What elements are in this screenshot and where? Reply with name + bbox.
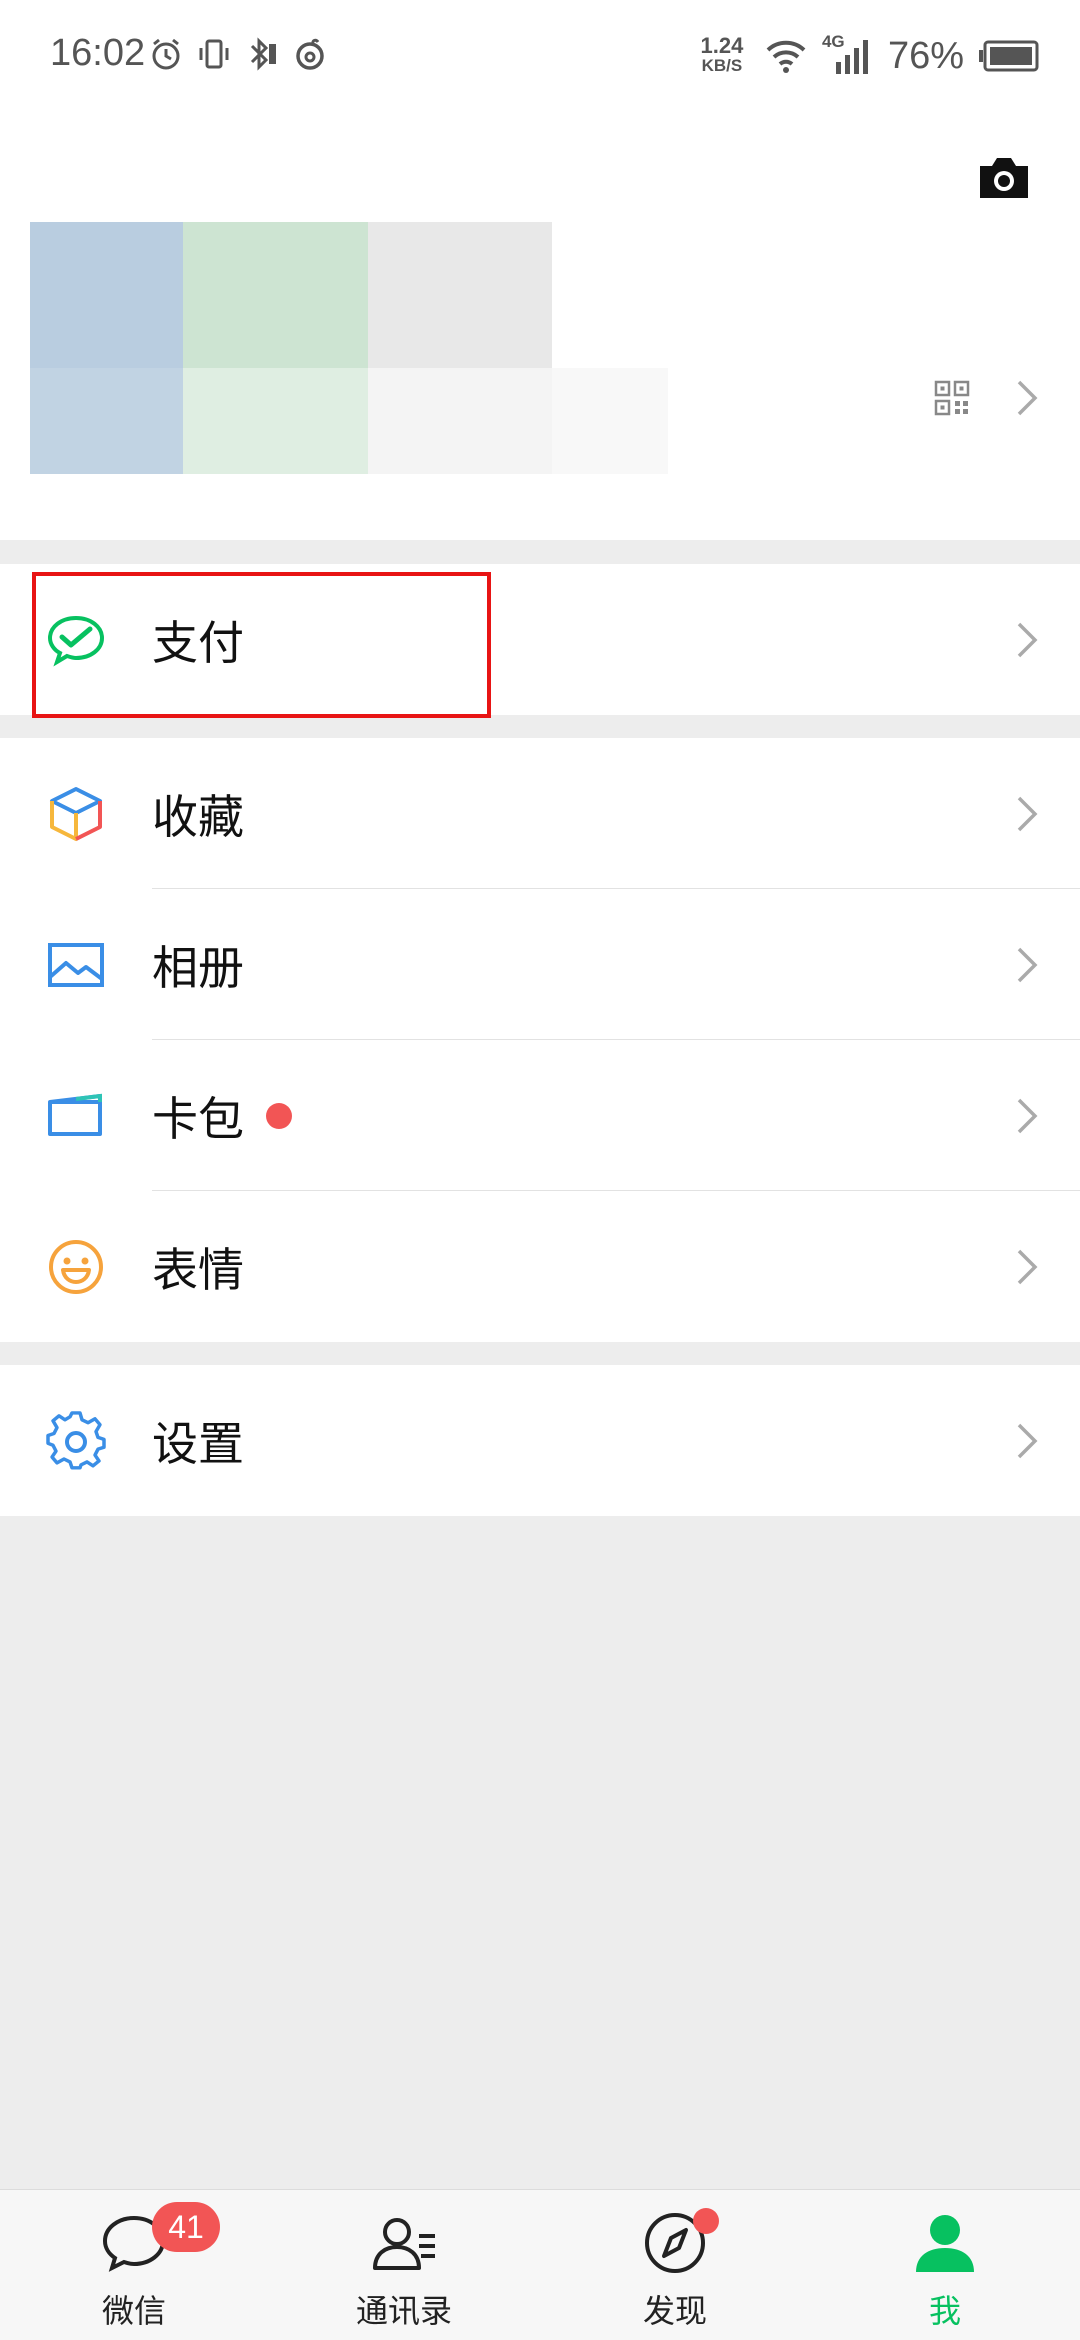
tab-chats[interactable]: 41 微信 [34, 2190, 234, 2340]
chevron-right-icon [1017, 1249, 1038, 1284]
menu-group-settings: 设置 [0, 1365, 1080, 1516]
chevron-right-icon [1017, 947, 1038, 982]
favorites-cube-icon [50, 786, 102, 841]
person-icon [916, 2215, 974, 2272]
menu-group-main: 收藏 相册 卡包 表情 [0, 738, 1080, 1342]
camera-icon[interactable] [976, 152, 1032, 204]
network-speed: 1.24 KB/S [694, 33, 750, 76]
menu-item-label: 卡包 [152, 1091, 244, 1146]
tab-me[interactable]: 我 [845, 2190, 1045, 2340]
menu-item-label: 设置 [152, 1416, 244, 1471]
battery-icon [979, 40, 1039, 72]
menu-item-label: 收藏 [152, 789, 244, 844]
bluetooth-icon [250, 37, 276, 71]
tab-label: 通讯录 [355, 2292, 452, 2330]
status-time: 16:02 [50, 32, 146, 74]
chevron-right-icon[interactable] [1014, 378, 1040, 418]
chevron-right-icon [1017, 796, 1038, 831]
status-notification-icons [148, 34, 328, 74]
chevron-right-icon [1017, 1423, 1038, 1458]
alarm-icon [152, 38, 180, 70]
card-wallet-icon [48, 1093, 102, 1136]
profile-header[interactable] [0, 112, 1080, 540]
menu-item-label: 相册 [152, 940, 244, 995]
menu-item-album[interactable]: 相册 [0, 889, 1080, 1040]
battery-percent: 76% [887, 34, 964, 77]
tab-contacts[interactable]: 通讯录 [304, 2190, 504, 2340]
wechat-pay-icon [47, 615, 105, 666]
menu-item-pay[interactable]: 支付 [0, 564, 1080, 715]
netease-music-icon [296, 38, 324, 70]
mosaic-block [183, 222, 368, 368]
menu-item-stickers[interactable]: 表情 [0, 1191, 1080, 1342]
menu-item-settings[interactable]: 设置 [0, 1365, 1080, 1516]
album-picture-icon [48, 942, 104, 987]
mosaic-block [368, 222, 552, 368]
mosaic-block [368, 368, 552, 474]
bottom-nav: 41 微信 通讯录 发现 我 [0, 2189, 1080, 2340]
menu-item-label: 表情 [152, 1242, 244, 1297]
network-speed-value: 1.24 [700, 33, 744, 58]
wifi-icon [766, 40, 806, 73]
contacts-icon [373, 2218, 435, 2270]
mosaic-block [183, 368, 368, 474]
tab-label: 微信 [101, 2292, 166, 2330]
status-bar: 16:02 1.24 KB/S 4G 76% [0, 0, 1080, 112]
menu-item-label: 支付 [152, 615, 244, 670]
network-speed-unit: KB/S [701, 56, 743, 75]
menu-item-favorites[interactable]: 收藏 [0, 738, 1080, 889]
menu-group-pay: 支付 [0, 564, 1080, 715]
unread-badge: 41 [152, 2202, 220, 2252]
signal-icon [835, 40, 868, 74]
tab-label: 发现 [642, 2292, 707, 2330]
new-indicator-dot [693, 2208, 719, 2234]
vibrate-icon [199, 39, 229, 69]
mosaic-block [30, 222, 183, 368]
mosaic-block [30, 368, 183, 474]
tab-label: 我 [928, 2292, 961, 2330]
tab-discover[interactable]: 发现 [575, 2190, 775, 2340]
cellular-signal: 4G [822, 32, 874, 76]
qr-code-icon[interactable] [934, 380, 970, 416]
smiley-icon [49, 1239, 103, 1294]
status-system-icons: 1.24 KB/S 4G 76% [694, 28, 1040, 84]
new-indicator-dot [266, 1102, 292, 1129]
gear-icon [46, 1410, 106, 1470]
profile-avatar-mosaic[interactable] [30, 222, 670, 474]
menu-item-cards[interactable]: 卡包 [0, 1040, 1080, 1191]
mosaic-block [552, 368, 668, 474]
chevron-right-icon [1017, 622, 1038, 657]
chevron-right-icon [1017, 1098, 1038, 1133]
